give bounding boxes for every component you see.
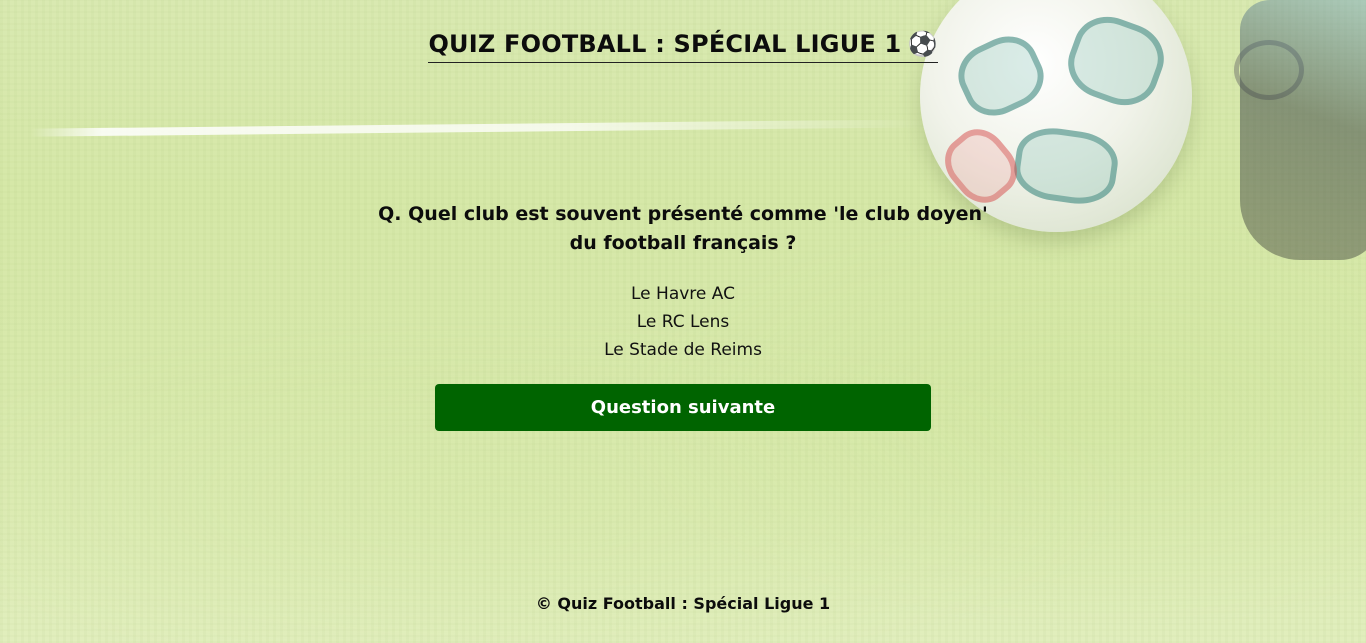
soccer-ball-icon: ⚽: [907, 30, 938, 58]
page-title: QUIZ FOOTBALL : SPÉCIAL LIGUE 1 ⚽: [428, 30, 938, 63]
page: QUIZ FOOTBALL : SPÉCIAL LIGUE 1 ⚽ Q. Quel…: [0, 0, 1366, 643]
answer-option[interactable]: Le Stade de Reims: [483, 336, 883, 364]
footer: © Quiz Football : Spécial Ligue 1: [0, 594, 1366, 613]
footer-text: © Quiz Football : Spécial Ligue 1: [535, 594, 831, 613]
next-question-button[interactable]: Question suivante: [435, 384, 931, 431]
answer-list: Le Havre AC Le RC Lens Le Stade de Reims: [483, 280, 883, 364]
page-title-text: QUIZ FOOTBALL : SPÉCIAL LIGUE 1: [428, 30, 902, 58]
header: QUIZ FOOTBALL : SPÉCIAL LIGUE 1 ⚽: [0, 30, 1366, 63]
question-text: Q. Quel club est souvent présenté comme …: [378, 203, 988, 254]
answer-option[interactable]: Le RC Lens: [483, 308, 883, 336]
answer-option[interactable]: Le Havre AC: [483, 280, 883, 308]
